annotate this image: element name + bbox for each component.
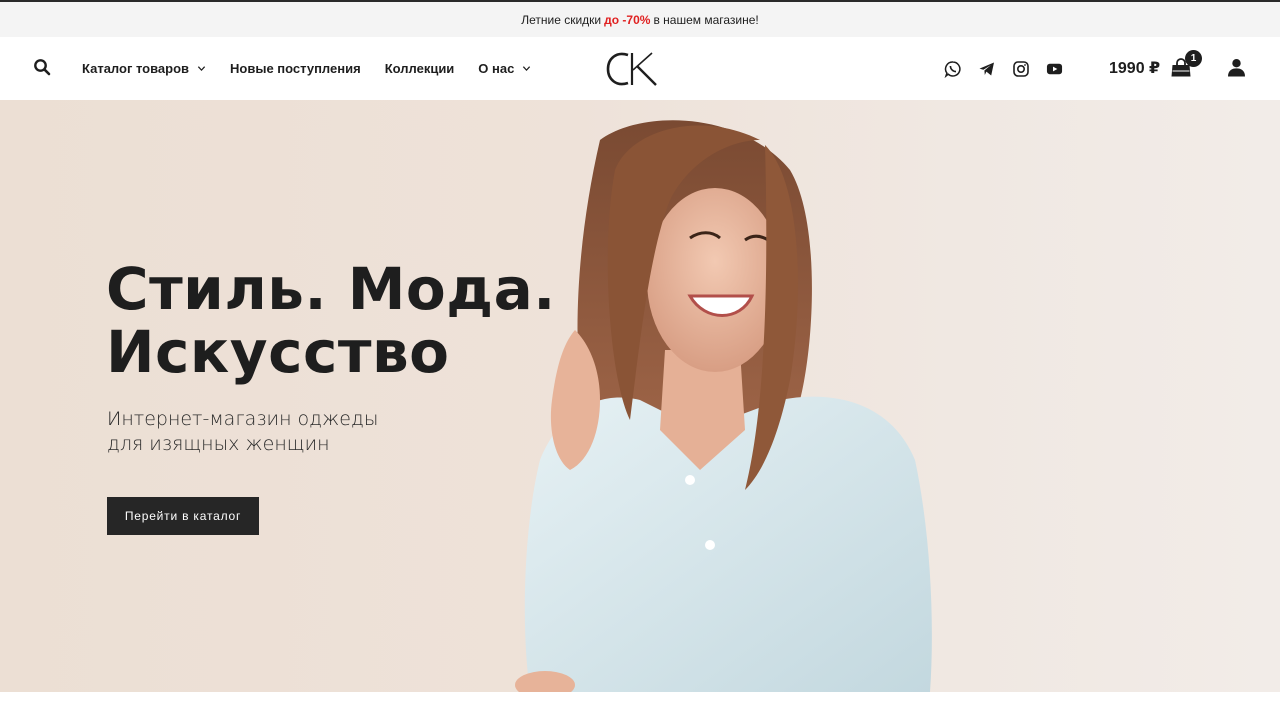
go-to-catalog-button[interactable]: Перейти в каталог xyxy=(107,497,259,535)
youtube-icon[interactable] xyxy=(1046,60,1063,78)
hero-model-photo xyxy=(515,120,932,692)
nav-new-arrivals-label: Новые поступления xyxy=(230,61,361,76)
nav-collections-label: Коллекции xyxy=(384,61,455,76)
search-icon[interactable] xyxy=(33,58,51,76)
whatsapp-icon[interactable] xyxy=(944,60,962,78)
brand-logo[interactable] xyxy=(606,49,660,89)
promo-text-end: в нашем магазине! xyxy=(653,12,759,27)
hero-title-line-1: Стиль. Мода. xyxy=(106,255,556,323)
hero-subtitle: Интернет-магазин оджеды для изящных женщ… xyxy=(107,407,378,457)
nav-about-label: О нас xyxy=(478,61,515,76)
hero-subtitle-line-2: для изящных женщин xyxy=(107,433,330,455)
hero-title-line-2: Искусство xyxy=(106,318,450,386)
chevron-down-icon xyxy=(523,66,531,72)
user-icon[interactable] xyxy=(1227,58,1246,77)
nav-collections[interactable]: Коллекции xyxy=(385,61,455,76)
nav-about[interactable]: О нас xyxy=(478,61,531,76)
promo-discount: до -70% xyxy=(604,12,651,27)
page-bottom-strip xyxy=(0,692,1280,724)
instagram-icon[interactable] xyxy=(1012,60,1030,78)
nav-catalog[interactable]: Каталог товаров xyxy=(82,61,206,76)
nav-new-arrivals[interactable]: Новые поступления xyxy=(230,61,361,76)
telegram-icon[interactable] xyxy=(978,60,996,78)
chevron-down-icon xyxy=(197,66,206,72)
hero-subtitle-line-1: Интернет-магазин оджеды xyxy=(107,408,379,430)
promo-bar: Летние скидки до -70% в нашем магазине! xyxy=(0,2,1280,37)
cart-total: 1990 ₽ xyxy=(1109,60,1161,77)
site-header: Каталог товаров Новые поступления Коллек… xyxy=(0,37,1280,100)
nav-catalog-label: Каталог товаров xyxy=(82,61,190,76)
hero-title: Стиль. Мода. Искусство xyxy=(106,258,556,384)
promo-text: Летние скидки xyxy=(521,12,602,27)
cart-count-badge: 1 xyxy=(1185,50,1202,67)
hero-banner: Стиль. Мода. Искусство Интернет-магазин … xyxy=(0,100,1280,692)
main-nav: Каталог товаров Новые поступления Коллек… xyxy=(82,37,555,100)
